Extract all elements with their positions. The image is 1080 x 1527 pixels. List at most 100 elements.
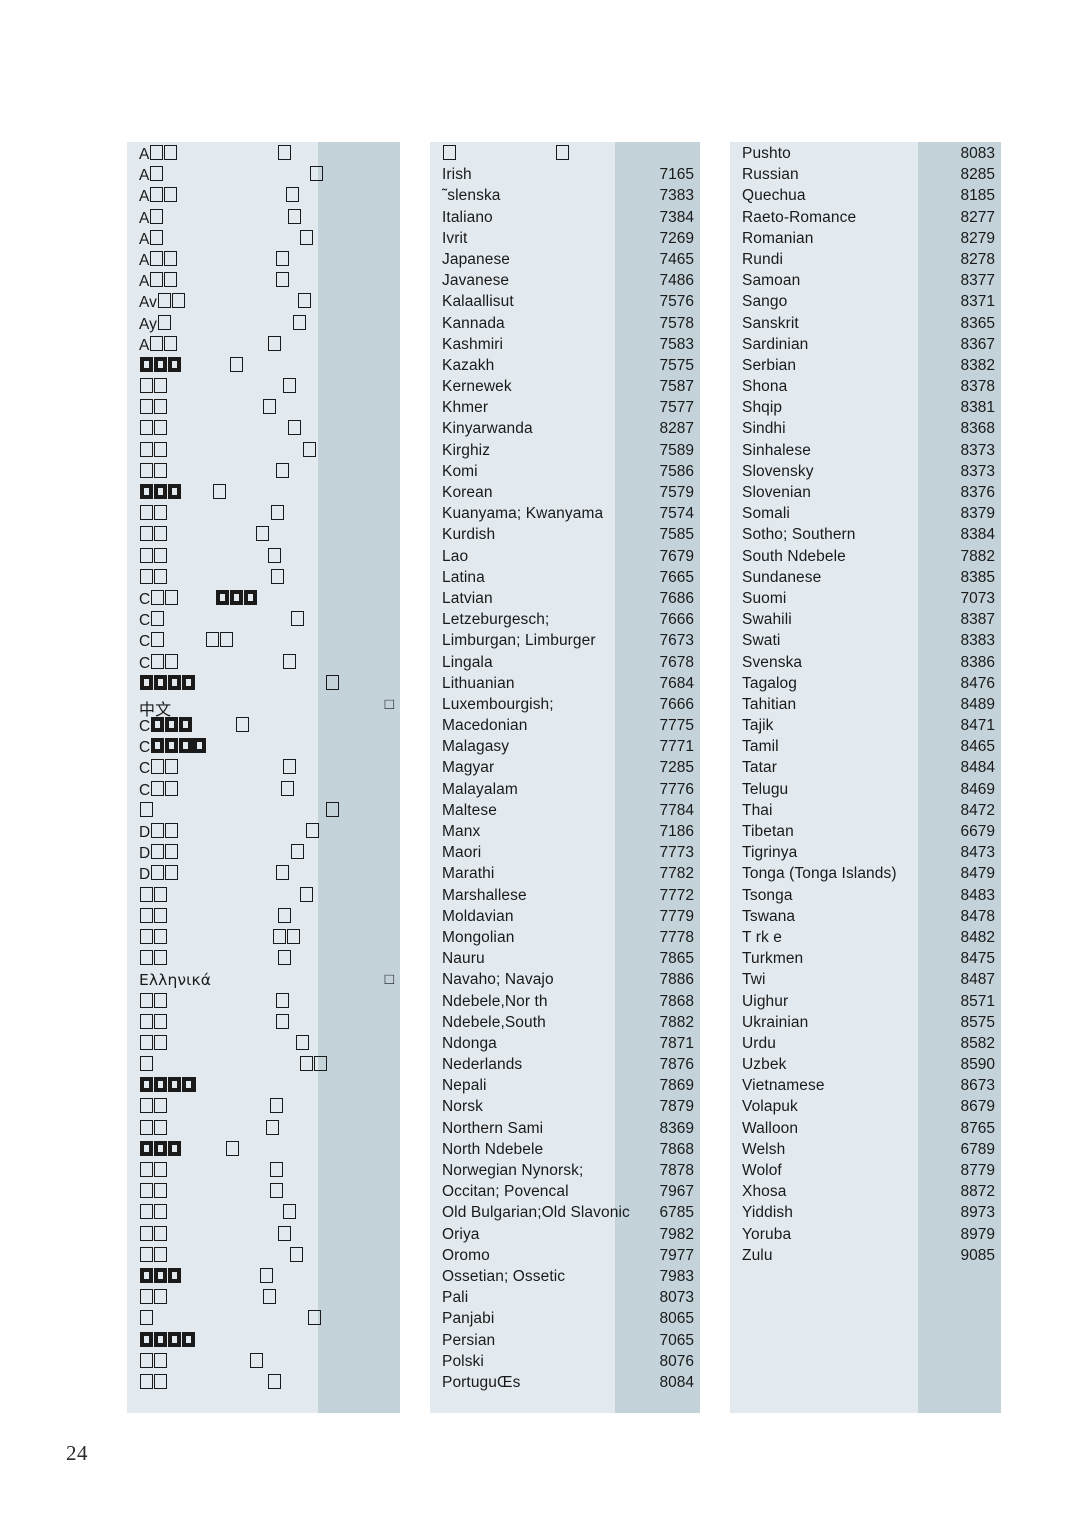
missing-glyph-box — [292, 314, 306, 330]
missing-glyph-box — [150, 653, 164, 669]
language-code — [282, 1204, 296, 1223]
table-row — [127, 1034, 400, 1056]
language-name: Norsk — [442, 1098, 483, 1116]
missing-glyph-box — [280, 780, 294, 796]
table-row: Samoan 8377 — [730, 272, 1001, 293]
language-name — [127, 886, 167, 906]
language-code: 8285 — [960, 166, 995, 184]
table-row: Welsh 6789 — [730, 1141, 1001, 1162]
missing-glyph-box — [164, 759, 178, 775]
table-row: Quechua 8185 — [730, 187, 1001, 208]
document-page: A A A A A A A Av Ay A C C C C 中文 □ C C C C D D D Ελληνικά □ Iris… — [0, 0, 1080, 1527]
language-code — [225, 1140, 239, 1160]
language-name: Nauru — [442, 950, 485, 968]
table-row: Shqip 8381 — [730, 399, 1001, 420]
language-code — [285, 187, 299, 206]
language-code — [292, 314, 306, 334]
table-row: Sango 8371 — [730, 293, 1001, 314]
missing-glyph-box — [139, 526, 153, 542]
language-code: 8083 — [960, 145, 995, 162]
missing-glyph-box — [139, 1310, 153, 1326]
missing-glyph-box — [150, 823, 164, 838]
language-code: 8287 — [659, 420, 694, 438]
language-code: 8367 — [960, 335, 995, 353]
language-code: 8483 — [960, 886, 995, 904]
missing-glyph-box — [225, 1140, 239, 1156]
table-row: Kazakh 7575 — [430, 357, 700, 378]
language-code — [179, 738, 193, 757]
table-row — [127, 505, 400, 526]
language-name: Samoan — [742, 272, 801, 290]
missing-glyph-box — [139, 441, 153, 457]
missing-glyph-box — [167, 356, 181, 372]
table-row: T rk e 8482 — [730, 929, 1001, 950]
language-name: Tswana — [742, 907, 796, 925]
missing-glyph-box — [181, 674, 195, 690]
language-name: Svenska — [742, 653, 803, 671]
table-row: C — [127, 632, 400, 653]
missing-glyph-box — [181, 1331, 195, 1347]
missing-glyph-box — [305, 823, 319, 838]
table-row — [127, 462, 400, 484]
language-name: Letzeburgesch; — [442, 611, 550, 629]
language-code: □ — [384, 695, 394, 713]
missing-glyph-box — [277, 1225, 291, 1241]
language-code: 8478 — [960, 907, 995, 925]
table-row: Twi 8487 — [730, 971, 1001, 992]
missing-glyph-box — [309, 166, 323, 182]
missing-glyph-box — [287, 420, 301, 436]
language-name: C — [127, 717, 192, 736]
language-code: 7865 — [659, 950, 694, 968]
language-name: Romanian — [742, 229, 814, 247]
table-row: Yiddish 8973 — [730, 1204, 1001, 1225]
missing-glyph-box — [139, 1119, 153, 1135]
language-code: 8378 — [960, 378, 995, 396]
language-name: Ndebele,South — [442, 1013, 546, 1031]
table-row: A — [127, 335, 400, 357]
language-name: Kazakh — [442, 356, 495, 374]
language-name — [127, 1310, 153, 1329]
table-row: D — [127, 823, 400, 844]
language-code — [290, 611, 304, 630]
language-name — [127, 378, 167, 397]
language-name — [127, 1204, 167, 1223]
table-row — [127, 1119, 400, 1141]
missing-glyph-box — [149, 187, 163, 203]
missing-glyph-box — [555, 145, 569, 160]
language-name: Manx — [442, 823, 481, 840]
missing-glyph-box — [157, 293, 171, 309]
language-code: 7585 — [659, 526, 694, 544]
table-row — [127, 1246, 400, 1268]
language-code — [262, 1289, 276, 1308]
table-row: Ukrainian 8575 — [730, 1014, 1001, 1035]
missing-glyph-box — [307, 1310, 321, 1326]
table-row: Slovensky 8373 — [730, 463, 1001, 484]
language-code: 8382 — [960, 356, 995, 374]
missing-glyph-box — [153, 950, 167, 966]
table-row — [127, 1289, 400, 1310]
language-code: 7587 — [659, 378, 694, 396]
language-code — [270, 568, 284, 588]
missing-glyph-box — [295, 1034, 309, 1050]
language-name — [127, 1289, 167, 1308]
table-row — [127, 441, 400, 463]
language-code: □ — [384, 971, 394, 989]
language-name: Nederlands — [442, 1056, 523, 1074]
missing-glyph-box — [149, 166, 163, 182]
missing-glyph-box — [163, 187, 177, 203]
language-name: Marathi — [442, 865, 495, 883]
language-name: Somali — [742, 505, 790, 523]
missing-glyph-box — [153, 378, 167, 394]
table-row — [127, 484, 400, 505]
table-row — [127, 928, 400, 950]
missing-glyph-box — [153, 1013, 167, 1029]
table-row: Manx 7186 — [430, 823, 700, 844]
language-name — [127, 356, 181, 376]
language-code: 7776 — [659, 780, 694, 798]
table-row: C — [127, 759, 400, 780]
missing-glyph-box — [153, 420, 167, 436]
table-row: Thai 8472 — [730, 802, 1001, 823]
language-code — [275, 272, 289, 291]
table-row: Malayalam 7776 — [430, 781, 700, 802]
missing-glyph-box — [153, 1162, 167, 1177]
